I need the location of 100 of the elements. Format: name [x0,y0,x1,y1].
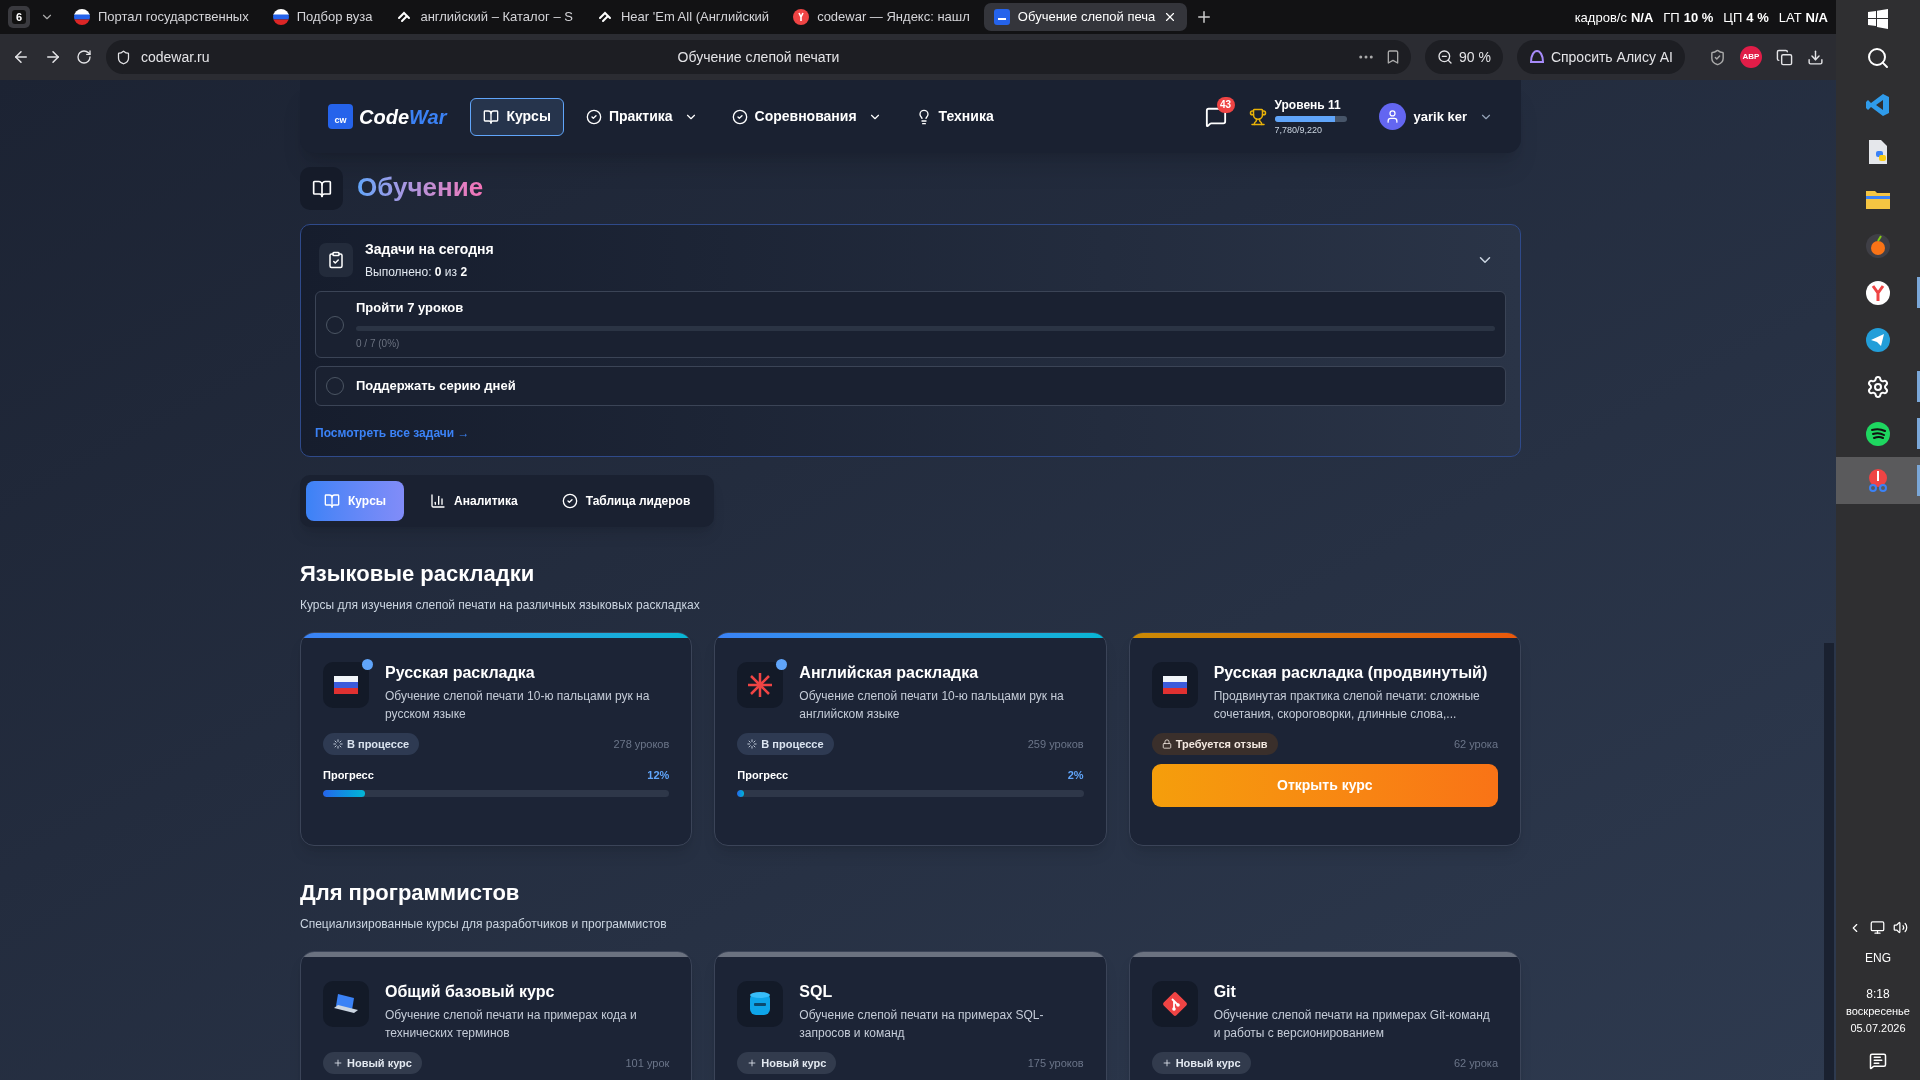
browser-tab[interactable]: Обучение слепой печа [983,3,1188,31]
progress-label: Прогресс [737,768,789,783]
course-card[interactable]: Git Обучение слепой печати на примерах Git-команд и работы с версионированием Новый курс 62 урока [1128,951,1521,1080]
task-title: Пройти 7 уроков [356,299,465,318]
task-row[interactable]: Поддержать серию дней [315,366,1506,406]
zoom-button[interactable]: 90 % [1424,40,1503,74]
tasks-title: Задачи на сегодня [365,240,494,259]
notifications-icon[interactable] [1869,1052,1887,1070]
site-icon [993,9,1010,25]
course-title: Общий базовый курс [385,982,556,1002]
script-file-icon[interactable] [1866,138,1890,165]
book-icon [300,167,343,210]
trophy-icon [1248,107,1267,126]
download-icon[interactable] [1807,48,1824,66]
address-bar[interactable]: codewar.ru Обучение слепой печати [106,40,1411,74]
browser-tab[interactable]: Портал государственных [64,3,259,31]
page-title: Обучение слепой печати [677,47,840,67]
course-card[interactable]: SQL Обучение слепой печати на примерах SQL-запросов и команд Новый курс 175 уроков [714,951,1107,1080]
flag-icon [1162,676,1187,694]
task-title: Поддержать серию дней [356,377,517,396]
nav-item[interactable]: Техника [903,97,1006,136]
task-row[interactable]: Пройти 7 уроков 0 / 7 (0%) [315,291,1506,358]
language-indicator[interactable]: ENG [1865,949,1891,967]
lesson-count: 278 уроков [613,736,670,752]
course-description: Обучение слепой печати 10-ю пальцами рук на английском языке [799,688,1065,723]
section-subtitle: Специализированные курсы для разработчиков и программистов [300,916,668,933]
progress-value: 2% [1067,768,1084,783]
avatar [1378,103,1406,130]
back-icon[interactable] [12,48,30,66]
browser-tab[interactable]: Подбор вуза [262,3,383,31]
status-badge: Новый курс [737,1052,837,1074]
browser-tab[interactable]: английский – Каталог – S [386,3,583,31]
course-description: Обучение слепой печати на примерах Git-команд и работы с версионированием [1213,1007,1491,1042]
course-card[interactable]: Русская раскладка Обучение слепой печати 10-ю пальцами рук на русском языке В процессе 278 уроков Прогресс 12% [300,632,693,846]
section-title: Для программистов [300,879,521,907]
tab-counter[interactable]: 6 [8,6,30,28]
course-card[interactable]: Английская раскладка Обучение слепой печати 10-ю пальцами рук на английском языке В процессе 259 уроков Прогресс 2% [714,632,1107,846]
clock-time: 8:18 [1866,986,1890,1003]
check-circle-icon [561,493,578,509]
course-description: Обучение слепой печати на примерах SQL-запросов и команд [799,1007,1045,1042]
shield-icon [116,49,131,65]
code-editor-icon[interactable] [1865,91,1891,118]
tab-title: английский – Каталог – S [420,8,573,27]
lesson-count: 259 уроков [1027,736,1084,752]
stat-label: ГП [1663,9,1680,27]
status-badge: В процессе [323,733,420,755]
volume-icon[interactable] [1893,920,1908,935]
bar-chart-icon [430,493,447,509]
book-icon [483,108,500,125]
task-progress-text: 0 / 7 (0%) [356,336,401,351]
forward-icon[interactable] [44,48,62,66]
music-app-icon[interactable] [1865,420,1891,447]
browser-tab[interactable]: codewar — Яндекс: нашл [783,3,980,31]
course-card[interactable]: Русская раскладка (продвинутый) Продвинутая практика слепой печати: сложные сочетания, скороговорки, длинные слова,... Требуется отзыв 62 урока Открыть курс [1128,632,1521,846]
network-icon[interactable] [1870,920,1885,935]
collections-icon[interactable] [1776,48,1793,66]
stat-value: 4 % [1746,9,1769,27]
notification-badge: 43 [1216,96,1235,113]
fruit-icon[interactable] [1865,232,1891,259]
start-icon[interactable] [1867,8,1889,30]
clock-weekday: воскресенье [1846,1004,1910,1019]
course-card[interactable]: Общий базовый курс Обучение слепой печати на примерах кода и технических терминов Новый курс 101 урок [300,951,693,1080]
adblock-button[interactable]: ABP [1740,46,1762,68]
reload-icon[interactable] [76,49,92,65]
yandex-icon [793,9,810,25]
section-tab[interactable]: Таблица лидеров [543,481,709,521]
logo-text: CodeWar [359,104,447,130]
course-description: Обучение слепой печати 10-ю пальцами рук на русском языке [385,688,651,723]
url-text: codewar.ru [141,47,210,67]
stat-label: кадров/с [1574,9,1627,27]
section-subtitle: Курсы для изучения слепой печати на различных языковых раскладках [300,597,701,614]
browser-icon[interactable] [1865,279,1891,306]
check-circle-icon [731,108,748,125]
zoom-out-icon [1436,49,1453,65]
search-icon[interactable] [1866,45,1890,70]
nav-item[interactable]: Курсы [470,97,564,136]
database-icon [748,990,773,1018]
clock-date: 05.07.2026 [1850,1020,1906,1036]
nav-item[interactable]: Соревнования [719,97,894,136]
section-tab[interactable]: Аналитика [412,481,536,521]
level-title: Уровень 11 [1274,96,1342,114]
flag-icon [334,676,358,694]
browser-tab[interactable]: Hear 'Em All (Английский [586,3,780,31]
user-menu[interactable]: yarik ker [1378,103,1493,130]
tasks-summary: Выполнено: 0 из 2 [365,264,469,281]
course-title: Русская раскладка [385,663,536,683]
cross-flag-icon [747,672,774,698]
alice-button[interactable]: Спросить Алису AI [1516,40,1685,74]
scrollbar-thumb[interactable] [1824,643,1834,1080]
tab-title: codewar — Яндекс: нашл [817,8,970,27]
course-title: SQL [799,982,834,1002]
nav-item[interactable]: Практика [573,97,710,136]
lesson-count: 175 уроков [1027,1055,1084,1071]
settings-icon[interactable] [1866,374,1890,399]
shield-icon[interactable] [1709,48,1726,66]
tab-title: Обучение слепой печа [1017,8,1156,27]
all-tasks-link[interactable]: Посмотреть все задачи → [315,424,470,442]
xp-text: 7,780/9,220 [1274,123,1324,137]
paper-plane-icon[interactable] [1865,326,1891,353]
course-description: Продвинутая практика слепой печати: сложные сочетания, скороговорки, длинные слова,... [1213,688,1481,723]
